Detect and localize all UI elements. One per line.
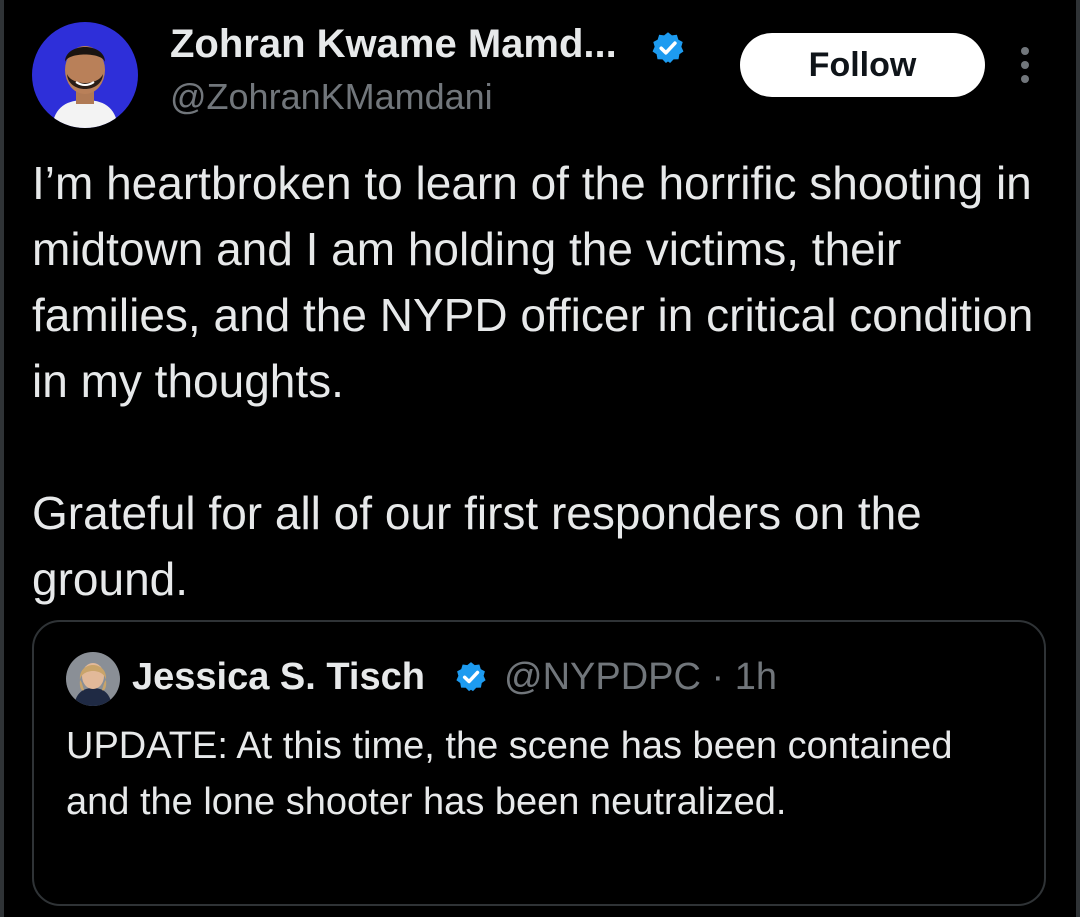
author-handle[interactable]: @ZohranKMamdani xyxy=(170,76,493,118)
more-vertical-icon[interactable] xyxy=(1010,44,1040,86)
author-avatar[interactable] xyxy=(32,22,138,128)
profile-photo-avatar xyxy=(66,652,120,706)
quoted-tweet-text: UPDATE: At this time, the scene has been… xyxy=(66,725,953,823)
verified-badge-icon xyxy=(456,662,486,692)
profile-photo-avatar xyxy=(32,22,138,128)
quoted-timestamp: 1h xyxy=(734,656,778,698)
tweet-paragraph: Grateful for all of our first responders… xyxy=(32,487,922,605)
frame-edge-left xyxy=(0,0,4,917)
meta-separator: · xyxy=(711,656,725,698)
verified-badge-icon xyxy=(652,32,684,63)
tweet-paragraph: I’m heartbroken to learn of the horrific… xyxy=(32,157,1034,407)
quoted-author-avatar xyxy=(66,652,120,706)
author-display-name[interactable]: Zohran Kwame Mamd... xyxy=(170,22,617,67)
follow-button[interactable]: Follow xyxy=(740,33,985,97)
quoted-meta: @NYPDPC · 1h xyxy=(504,656,777,699)
tweet-text: I’m heartbroken to learn of the horrific… xyxy=(32,150,1052,612)
quoted-author-handle: @NYPDPC xyxy=(504,656,701,698)
frame-edge-right xyxy=(1076,0,1080,917)
quoted-tweet-card[interactable]: Jessica S. Tisch @NYPDPC · 1h UPDATE: At… xyxy=(32,620,1046,906)
quoted-author-name: Jessica S. Tisch xyxy=(132,656,425,698)
